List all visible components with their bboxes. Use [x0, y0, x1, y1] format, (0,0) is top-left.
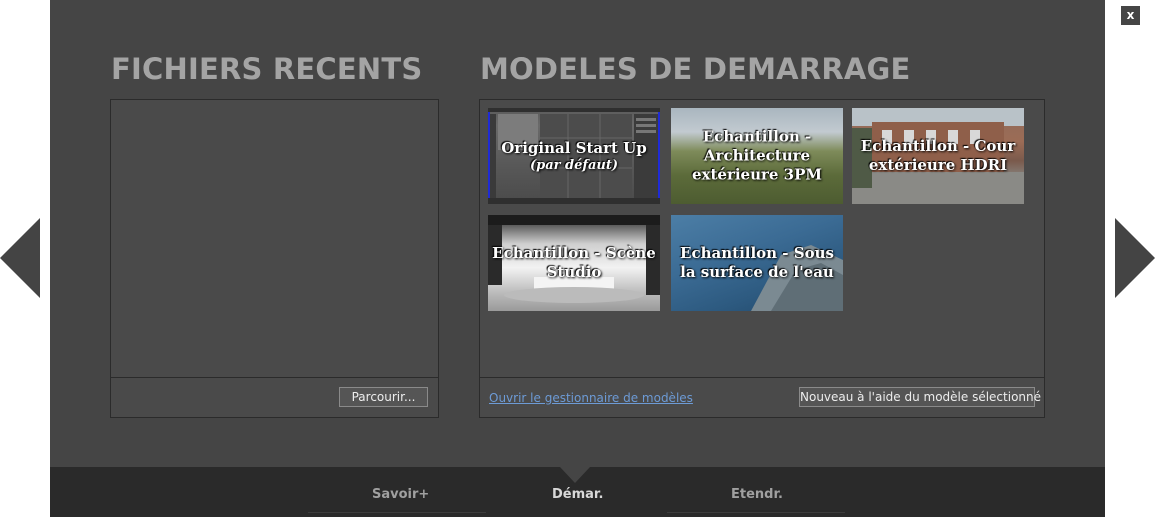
template-label: Echantillon - Sous la surface de l'eau [680, 244, 834, 281]
template-studio-scene[interactable]: Echantillon - Scène Studio [488, 215, 660, 311]
template-manager-link[interactable]: Ouvrir le gestionnaire de modèles [489, 391, 693, 405]
tab-savoir[interactable]: Savoir+ [372, 487, 429, 502]
browse-button[interactable]: Parcourir... [339, 387, 428, 407]
tab-underline [308, 512, 486, 513]
templates-box: Original Start Up (par défaut) Echantill… [479, 99, 1045, 418]
templates-footer: Ouvrir le gestionnaire de modèles Nouvea… [480, 377, 1044, 417]
tab-etendre[interactable]: Etendr. [731, 487, 783, 502]
bottom-nav-bar: Savoir+ Démar. Etendr. [50, 467, 1105, 517]
template-architecture-3pm[interactable]: Echantillon - Architecture extérieure 3P… [671, 108, 843, 204]
chevron-right-icon[interactable] [1115, 218, 1155, 298]
template-underwater-surface[interactable]: Echantillon - Sous la surface de l'eau [671, 215, 843, 311]
template-label: Original Start Up (par défaut) [488, 139, 660, 173]
template-default-tag: (par défaut) [529, 158, 619, 173]
recent-files-title: FICHIERS RECENTS [111, 52, 423, 86]
new-from-template-button[interactable]: Nouveau à l'aide du modèle sélectionné [799, 387, 1041, 407]
template-label: Echantillon - Scène Studio [492, 244, 656, 281]
triangle-down-icon [560, 467, 590, 483]
template-name: Original Start Up [501, 139, 647, 157]
tab-demarrer[interactable]: Démar. [552, 487, 603, 502]
chevron-left-icon[interactable] [0, 218, 40, 298]
template-label: Echantillon - Cour extérieure HDRI [860, 137, 1016, 174]
recent-files-footer: Parcourir... [111, 377, 438, 417]
template-label: Echantillon - Architecture extérieure 3P… [692, 127, 822, 184]
close-icon[interactable]: x [1121, 6, 1140, 25]
templates-title: MODELES DE DEMARRAGE [480, 52, 911, 86]
recent-files-box: Parcourir... [110, 99, 439, 418]
template-courtyard-hdri[interactable]: Echantillon - Cour extérieure HDRI [852, 108, 1024, 204]
template-original-startup[interactable]: Original Start Up (par défaut) [488, 108, 660, 204]
tab-underline [667, 512, 845, 513]
